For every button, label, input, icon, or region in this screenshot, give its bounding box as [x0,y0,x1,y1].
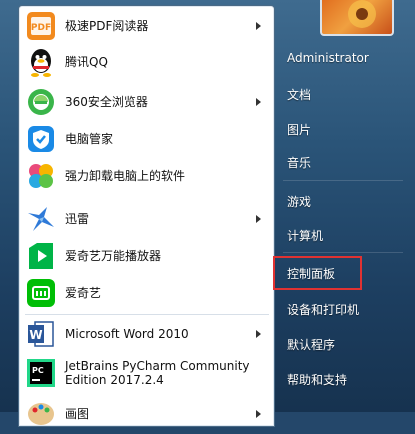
submenu-arrow-icon[interactable] [256,214,261,223]
program-item-iqiyi[interactable]: 爱奇艺 [22,275,271,310]
program-item-pc-manager[interactable]: 电脑管家 [22,121,271,156]
menu-divider [25,314,269,315]
pycharm-icon: PC [25,357,57,389]
program-item-qq[interactable]: 腾讯QQ [22,44,271,79]
program-label: 360安全浏览器 [65,95,148,109]
program-item-word[interactable]: W Microsoft Word 2010 [22,316,271,351]
program-label: 极速PDF阅读器 [65,19,149,33]
link-devices-printers[interactable]: 设备和打印机 [287,301,359,318]
submenu-arrow-icon[interactable] [256,21,261,30]
pc-manager-shield-icon [25,123,57,155]
program-item-paint[interactable]: 画图 [22,396,271,431]
uninstaller-icon [25,160,57,192]
program-label: 腾讯QQ [65,55,108,69]
link-administrator[interactable]: Administrator [287,51,369,65]
program-label: 强力卸载电脑上的软件 [65,169,186,183]
program-label: 迅雷 [65,212,90,226]
qq-penguin-icon [25,46,57,78]
program-label-line1: JetBrains PyCharm Community [65,359,250,373]
svg-text:PDF: PDF [31,23,51,33]
word-icon: W [25,318,57,350]
programs-pane: PDF 极速PDF阅读器 腾讯QQ 360安全浏览器 电脑管家 强力卸载电脑上的… [18,5,275,427]
program-item-pycharm[interactable]: PC JetBrains PyCharm Community Edition 2… [22,354,271,392]
program-item-xunlei[interactable]: 迅雷 [22,201,271,236]
program-item-iqiyi-player[interactable]: 爱奇艺万能播放器 [22,238,271,273]
xunlei-bird-icon [25,203,57,235]
submenu-arrow-icon[interactable] [256,329,261,338]
system-links-pane: Administrator 文档 图片 音乐 游戏 计算机 控制面板 设备和打印… [275,0,415,412]
paint-icon [25,398,57,430]
link-default-programs[interactable]: 默认程序 [287,336,335,353]
program-label: Microsoft Word 2010 [65,326,189,341]
360-browser-icon [25,86,57,118]
menu-divider [283,180,403,181]
link-documents[interactable]: 文档 [287,86,311,103]
user-avatar[interactable] [320,0,394,36]
start-menu: PDF 极速PDF阅读器 腾讯QQ 360安全浏览器 电脑管家 强力卸载电脑上的… [0,0,415,427]
program-label: 画图 [65,407,90,421]
program-label: 爱奇艺 [65,286,102,300]
program-item-360-browser[interactable]: 360安全浏览器 [22,84,271,119]
program-item-uninstaller[interactable]: 强力卸载电脑上的软件 [22,158,271,193]
link-help-support[interactable]: 帮助和支持 [287,371,347,388]
link-games[interactable]: 游戏 [287,193,311,210]
program-label: 电脑管家 [65,132,114,146]
svg-text:PC: PC [32,366,44,375]
submenu-arrow-icon[interactable] [256,97,261,106]
program-label: JetBrains PyCharm Community Edition 2017… [65,359,250,387]
menu-divider [283,252,403,253]
submenu-arrow-icon[interactable] [256,409,261,418]
program-item-pdf-reader[interactable]: PDF 极速PDF阅读器 [22,8,271,43]
link-pictures[interactable]: 图片 [287,121,311,138]
program-label: 爱奇艺万能播放器 [65,249,162,263]
iqiyi-player-icon [25,240,57,272]
link-music[interactable]: 音乐 [287,154,311,171]
pdf-reader-icon: PDF [25,10,57,42]
svg-text:W: W [29,328,42,342]
program-label-line2: Edition 2017.2.4 [65,373,164,387]
link-computer[interactable]: 计算机 [287,227,323,244]
iqiyi-icon [25,277,57,309]
highlight-box [273,256,362,290]
